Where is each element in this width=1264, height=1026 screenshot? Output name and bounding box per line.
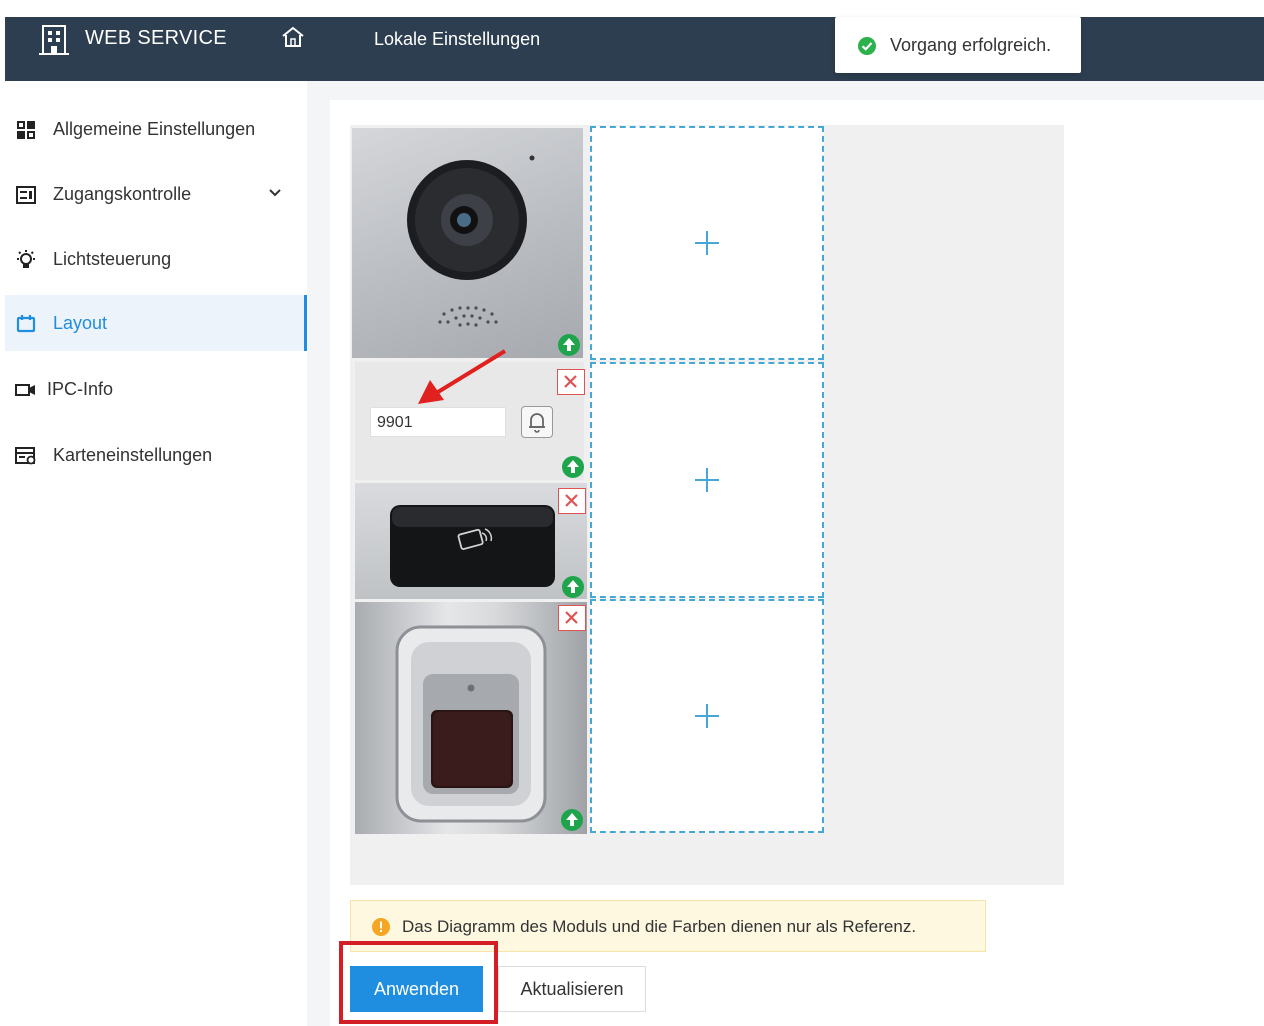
delete-module-button[interactable] [558, 488, 586, 514]
sidebar: Allgemeine Einstellungen Zugangskontroll… [5, 81, 307, 1026]
info-note-text: Das Diagramm des Moduls und die Farben d… [402, 917, 917, 936]
camera-icon [15, 384, 35, 396]
move-up-icon[interactable] [557, 333, 581, 357]
sidebar-item-label: Allgemeine Einstellungen [53, 119, 256, 139]
chevron-down-icon[interactable] [267, 186, 283, 200]
apply-button[interactable]: Anwenden [350, 966, 483, 1012]
empty-slot[interactable] [590, 126, 824, 360]
close-icon [564, 375, 577, 388]
sidebar-item-label: IPC-Info [47, 379, 114, 399]
toast-message: Vorgang erfolgreich. [890, 35, 1052, 55]
sidebar-item-card-settings[interactable]: Karteneinstellungen [5, 427, 307, 483]
move-up-icon[interactable] [561, 575, 585, 599]
add-icon [695, 468, 719, 492]
sidebar-item-layout[interactable]: Layout [5, 295, 307, 351]
grid-icon [17, 121, 35, 139]
empty-slot[interactable] [590, 599, 824, 833]
sidebar-item-label: Karteneinstellungen [53, 445, 213, 465]
sidebar-item-label: Layout [53, 313, 108, 333]
sidebar-item-access-control[interactable]: Zugangskontrolle [5, 166, 307, 222]
success-toast: Vorgang erfolgreich. [835, 17, 1081, 73]
bell-icon [529, 413, 545, 433]
move-up-icon[interactable] [561, 455, 585, 479]
building-icon [39, 25, 69, 55]
layout-icon [16, 315, 36, 333]
fingerprint-module[interactable] [355, 602, 587, 834]
move-up-icon[interactable] [560, 808, 584, 832]
page-title: Lokale Einstellungen [374, 29, 541, 49]
camera-module[interactable] [352, 128, 583, 358]
info-icon [372, 918, 390, 936]
card-reader-illustration [390, 505, 555, 587]
close-icon [565, 611, 578, 624]
sidebar-item-label: Lichtsteuerung [53, 249, 172, 269]
card-reader-module[interactable] [355, 483, 587, 599]
room-number-input[interactable]: 9901 [370, 407, 506, 437]
refresh-button[interactable]: Aktualisieren [498, 966, 646, 1012]
home-icon[interactable] [281, 26, 305, 48]
add-icon [695, 231, 719, 255]
sidebar-item-label: Zugangskontrolle [53, 184, 192, 204]
close-icon [565, 494, 578, 507]
sidebar-item-ipc-info[interactable]: IPC-Info [5, 361, 307, 417]
add-icon [695, 704, 719, 728]
brand-title: WEB SERVICE [85, 27, 227, 49]
light-bulb-icon [17, 250, 35, 268]
fingerprint-illustration [395, 625, 547, 823]
sidebar-item-general-settings[interactable]: Allgemeine Einstellungen [5, 101, 307, 157]
access-control-icon [16, 186, 36, 204]
annotation-arrow [418, 349, 507, 404]
sidebar-item-light-control[interactable]: Lichtsteuerung [5, 231, 307, 287]
delete-module-button[interactable] [557, 369, 585, 395]
camera-illustration [407, 155, 535, 327]
card-settings-icon [15, 447, 36, 465]
delete-module-button[interactable] [558, 605, 586, 631]
empty-slot[interactable] [590, 362, 824, 598]
bell-button[interactable] [521, 406, 553, 438]
success-check-icon [858, 37, 876, 55]
